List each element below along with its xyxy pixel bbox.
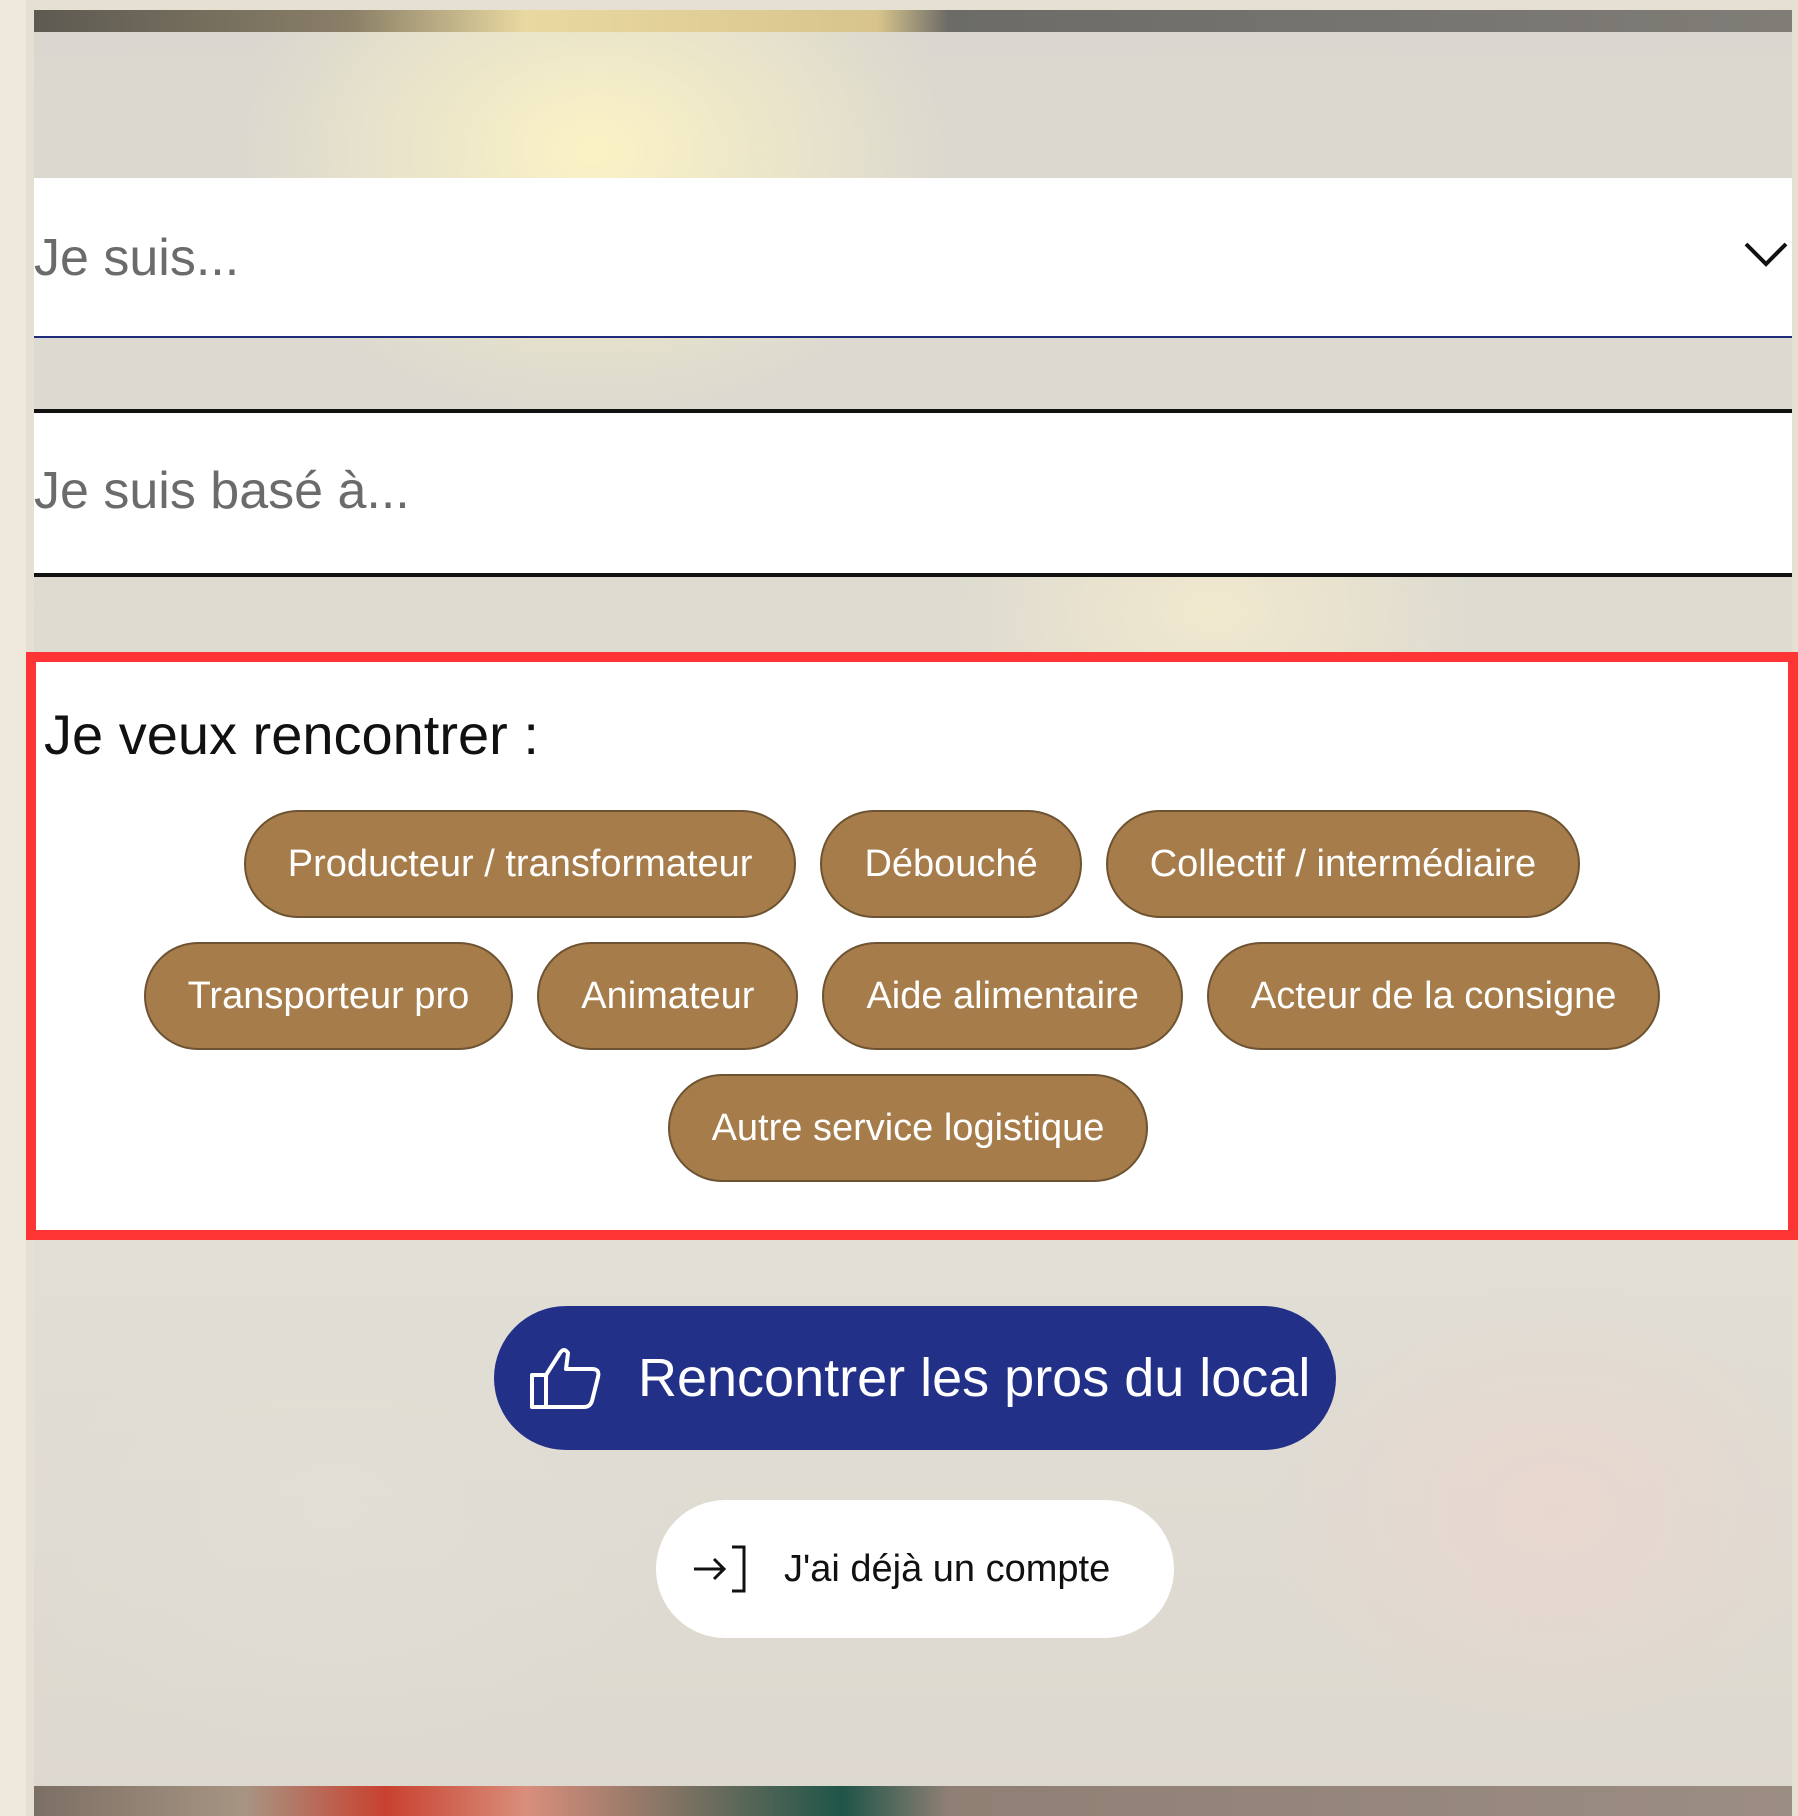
chip-collectif-intermediaire[interactable]: Collectif / intermédiaire bbox=[1105, 810, 1581, 918]
meet-title: Je veux rencontrer : bbox=[44, 703, 539, 766]
background-bottom-strip bbox=[34, 1786, 1792, 1816]
chip-debouche[interactable]: Débouché bbox=[820, 810, 1082, 918]
chip-autre-service-logistique[interactable]: Autre service logistique bbox=[667, 1074, 1149, 1182]
meet-options-row: Transporteur pro Animateur Aide alimenta… bbox=[26, 942, 1778, 1050]
meet-local-pros-label: Rencontrer les pros du local bbox=[638, 1348, 1311, 1408]
chevron-down-icon bbox=[1744, 242, 1788, 267]
location-input[interactable]: Je suis basé à... bbox=[34, 409, 1792, 577]
existing-account-label: J'ai déjà un compte bbox=[784, 1547, 1111, 1590]
thumbs-up-icon bbox=[530, 1348, 601, 1409]
chip-animateur[interactable]: Animateur bbox=[537, 942, 799, 1050]
meet-options: Producteur / transformateur Débouché Col… bbox=[36, 810, 1788, 1206]
chip-transporteur-pro[interactable]: Transporteur pro bbox=[143, 942, 514, 1050]
role-select-placeholder: Je suis... bbox=[34, 229, 240, 287]
role-select[interactable]: Je suis... bbox=[34, 178, 1792, 338]
chip-producteur-transformateur[interactable]: Producteur / transformateur bbox=[243, 810, 797, 918]
meet-options-row: Producteur / transformateur Débouché Col… bbox=[36, 810, 1788, 918]
login-icon bbox=[694, 1545, 746, 1593]
meet-local-pros-button[interactable]: Rencontrer les pros du local bbox=[494, 1306, 1336, 1450]
meet-options-panel: Je veux rencontrer : Producteur / transf… bbox=[26, 652, 1798, 1240]
chip-aide-alimentaire[interactable]: Aide alimentaire bbox=[822, 942, 1183, 1050]
existing-account-button[interactable]: J'ai déjà un compte bbox=[656, 1500, 1174, 1638]
background-top-strip bbox=[34, 10, 1792, 32]
chip-acteur-consigne[interactable]: Acteur de la consigne bbox=[1206, 942, 1661, 1050]
meet-options-row: Autre service logistique bbox=[32, 1074, 1784, 1182]
location-input-placeholder: Je suis basé à... bbox=[34, 462, 410, 520]
